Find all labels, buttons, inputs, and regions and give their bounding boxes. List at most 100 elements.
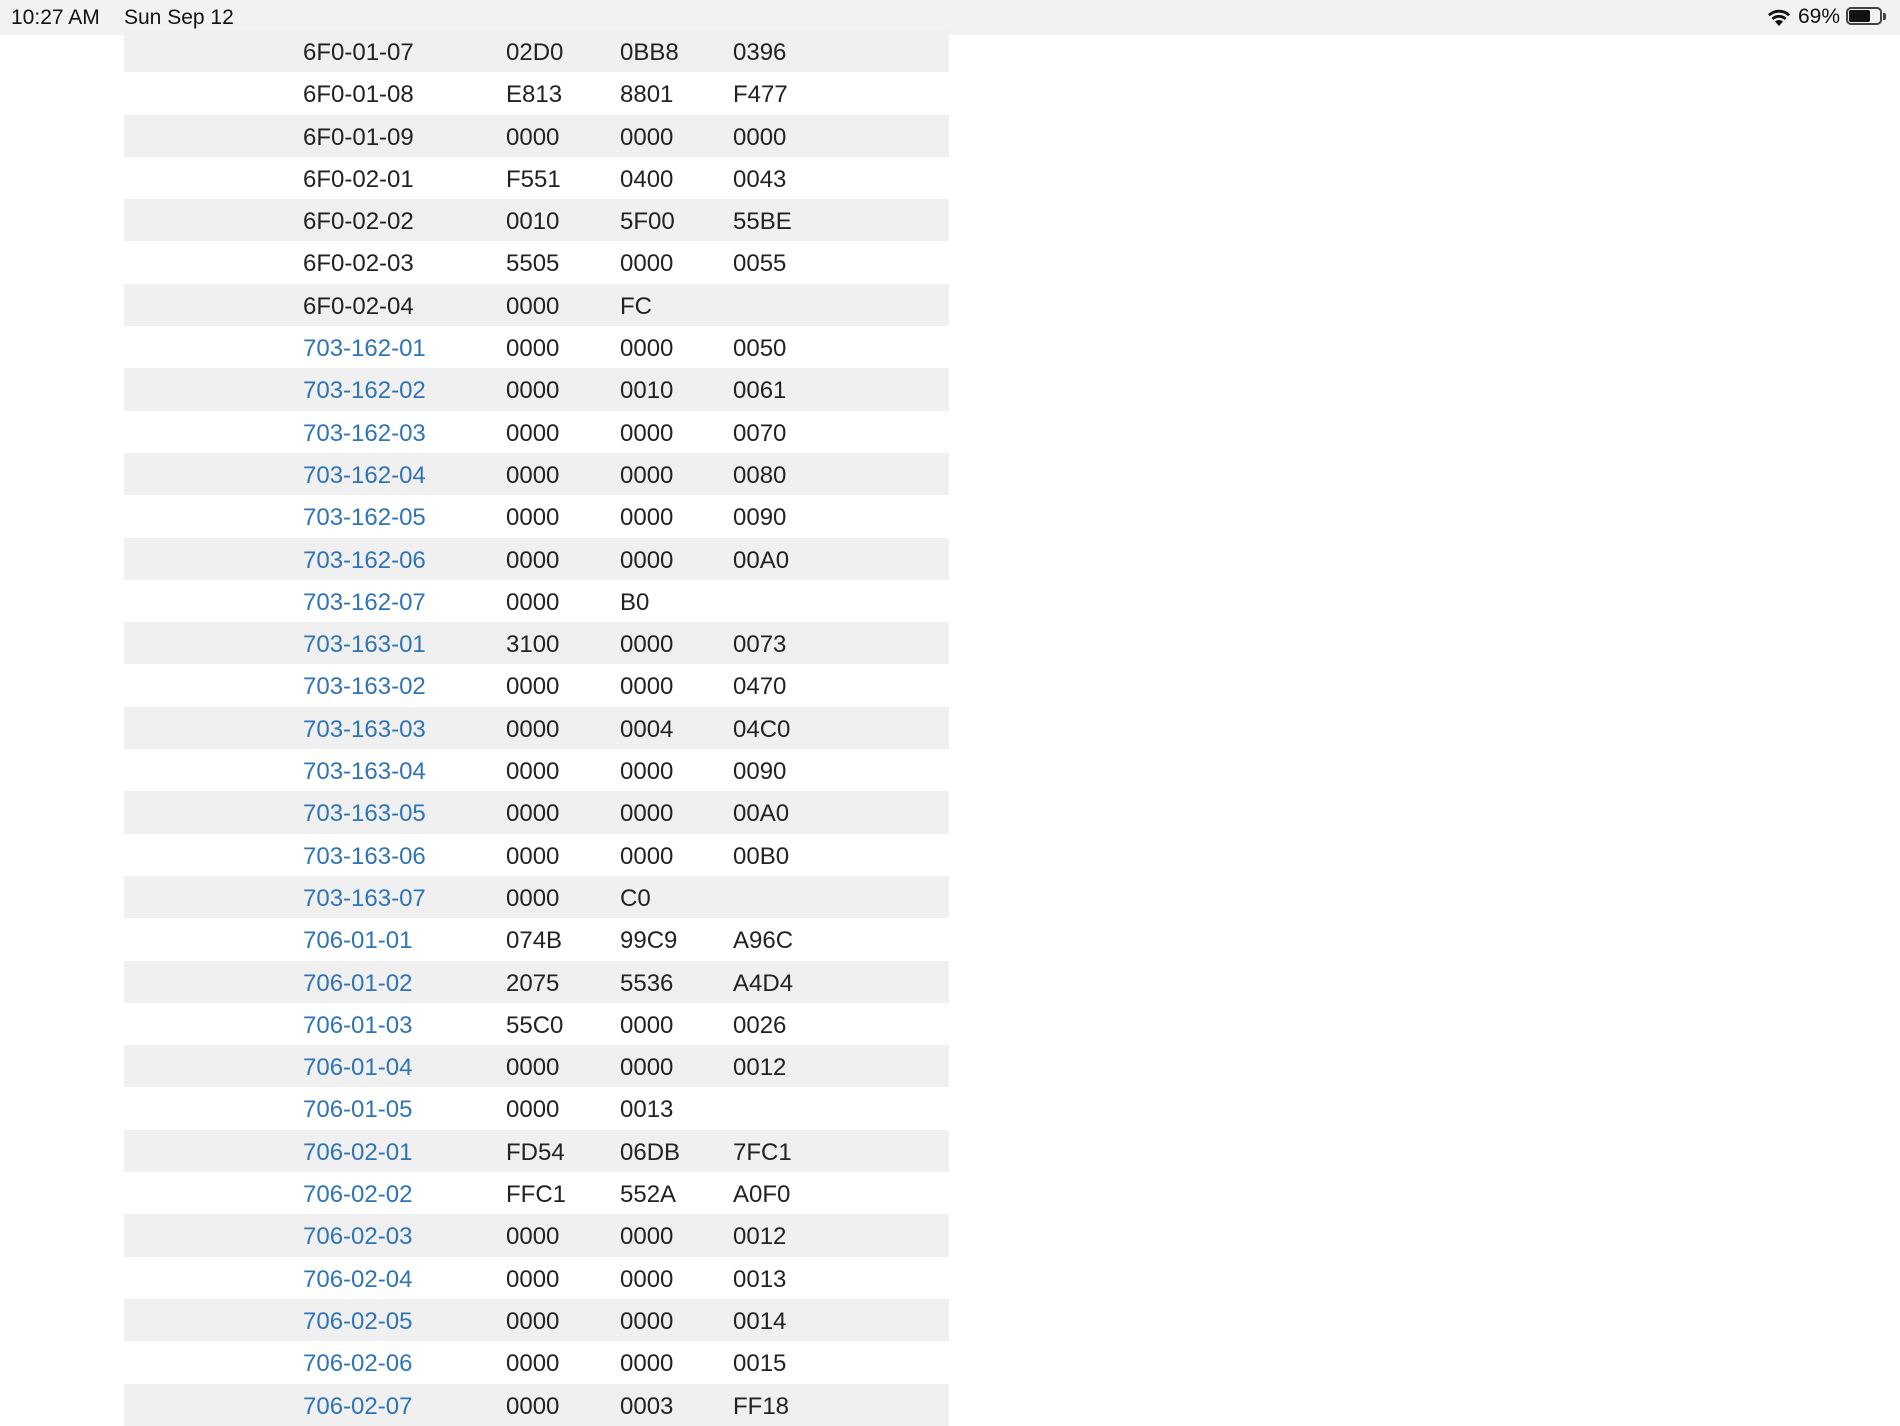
row-value-b: 0000 (620, 1307, 674, 1335)
row-value-b: 0000 (620, 419, 674, 447)
row-id: 6F0-01-07 (303, 39, 414, 66)
row-value-a: 0000 (506, 546, 560, 574)
row-value-b: 0000 (620, 758, 674, 786)
row-value-b: 0000 (620, 504, 674, 532)
row-id-link[interactable]: 706-01-02 (303, 970, 412, 998)
row-id-link[interactable]: 703-163-05 (303, 800, 426, 828)
row-value-a: 0000 (506, 842, 560, 870)
table-row: 703-163-06 0000 0000 00B0 (124, 834, 949, 876)
table-row: 706-02-06 0000 0000 0015 (124, 1341, 949, 1383)
table-row: 6F0-02-02 0010 5F00 55BE (124, 199, 949, 242)
row-id-link[interactable]: 703-162-01 (303, 335, 426, 363)
row-value-b: 0000 (620, 546, 674, 574)
row-value-a: 0000 (506, 884, 560, 912)
row-value-b: 0000 (620, 1223, 674, 1251)
row-value-c: 55BE (733, 208, 792, 236)
table-row: 706-01-05 0000 0013 (124, 1087, 949, 1129)
row-value-c: 0090 (733, 504, 787, 532)
row-id-link[interactable]: 706-02-02 (303, 1181, 412, 1209)
table-row: 703-163-03 0000 0004 04C0 (124, 706, 949, 750)
row-id-link[interactable]: 703-163-06 (303, 843, 426, 871)
row-value-a: 0000 (506, 419, 560, 447)
row-value-a: 02D0 (506, 39, 564, 66)
row-id-link[interactable]: 706-01-01 (303, 927, 412, 955)
row-value-a: 0000 (506, 1307, 560, 1335)
row-id: 6F0-02-04 (303, 292, 414, 320)
row-value-a: 0000 (506, 1223, 560, 1251)
row-value-a: 0000 (506, 335, 560, 363)
row-value-b: 0000 (620, 1265, 674, 1293)
table-row: 703-162-06 0000 0000 00A0 (124, 537, 949, 580)
row-value-c: 0043 (733, 165, 787, 193)
row-value-a: 0010 (506, 208, 560, 236)
row-value-b: 0000 (620, 1054, 674, 1082)
table-row: 706-02-05 0000 0000 0014 (124, 1298, 949, 1342)
table-row: 703-163-04 0000 0000 0090 (124, 749, 949, 791)
row-id-link[interactable]: 703-163-04 (303, 758, 426, 786)
status-date: Sun Sep 12 (124, 6, 234, 29)
row-value-a: 0000 (506, 1054, 560, 1082)
row-value-c: 0050 (733, 335, 787, 363)
row-value-b: 5F00 (620, 208, 675, 236)
row-id-link[interactable]: 703-163-03 (303, 716, 426, 744)
row-value-a: FFC1 (506, 1181, 566, 1209)
row-value-c: 7FC1 (733, 1138, 792, 1166)
row-value-b: 8801 (620, 81, 674, 109)
row-value-a: F551 (506, 165, 561, 193)
row-value-a: 2075 (506, 969, 560, 997)
row-id-link[interactable]: 703-162-04 (303, 462, 426, 490)
row-id-link[interactable]: 703-162-05 (303, 504, 426, 532)
status-time: 10:27 AM (11, 6, 100, 29)
row-id-link[interactable]: 703-162-06 (303, 547, 426, 575)
row-value-b: 99C9 (620, 927, 678, 955)
row-value-c: 04C0 (733, 715, 791, 743)
row-id-link[interactable]: 703-163-07 (303, 885, 426, 913)
row-id: 6F0-02-02 (303, 208, 414, 236)
table-row: 6F0-01-07 02D0 0BB8 0396 (124, 30, 949, 73)
row-value-b: 0000 (620, 123, 674, 151)
row-id-link[interactable]: 706-02-05 (303, 1308, 412, 1336)
table-row: 706-01-03 55C0 0000 0026 (124, 1003, 949, 1045)
row-id-link[interactable]: 706-02-03 (303, 1223, 412, 1251)
row-id-link[interactable]: 706-01-05 (303, 1096, 412, 1124)
table-row: 703-162-02 0000 0010 0061 (124, 368, 949, 411)
row-id-link[interactable]: 706-01-04 (303, 1054, 412, 1082)
row-value-b: 0400 (620, 165, 674, 193)
status-right: 69% (1766, 5, 1888, 29)
row-value-a: 0000 (506, 758, 560, 786)
row-value-a: 3100 (506, 631, 560, 659)
row-value-c: A4D4 (733, 969, 794, 997)
row-id-link[interactable]: 706-02-07 (303, 1393, 412, 1421)
table-row: 706-01-02 2075 5536 A4D4 (124, 960, 949, 1003)
row-value-a: 0000 (506, 1265, 560, 1293)
row-id-link[interactable]: 706-02-06 (303, 1350, 412, 1378)
row-id-link[interactable]: 703-162-02 (303, 377, 426, 405)
row-id-link[interactable]: 703-162-07 (303, 589, 426, 617)
row-id-link[interactable]: 706-02-01 (303, 1139, 412, 1167)
row-value-b: C0 (620, 884, 651, 912)
table-row: 706-02-03 0000 0000 0012 (124, 1214, 949, 1257)
row-id-link[interactable]: 703-162-03 (303, 420, 426, 448)
row-value-c: 0012 (733, 1223, 787, 1251)
row-value-a: 0000 (506, 461, 560, 489)
row-value-b: 0000 (620, 461, 674, 489)
row-id-link[interactable]: 703-163-01 (303, 631, 426, 659)
table-row: 6F0-02-03 5505 0000 0055 (124, 241, 949, 283)
row-value-c: 0013 (733, 1265, 787, 1293)
row-value-c: 0026 (733, 1011, 787, 1039)
row-id-link[interactable]: 706-01-03 (303, 1012, 412, 1040)
table-row: 706-02-01 FD54 06DB 7FC1 (124, 1129, 949, 1173)
row-id: 6F0-01-09 (303, 123, 414, 151)
register-table: 6F0-01-07 02D0 0BB8 0396 6F0-01-08 E813 8801 F4… (124, 30, 949, 1426)
row-id-link[interactable]: 703-163-02 (303, 673, 426, 701)
row-value-c: 0090 (733, 758, 787, 786)
row-value-a: 0000 (506, 292, 560, 320)
row-value-c: A96C (733, 927, 794, 955)
table-row: 703-162-03 0000 0000 0070 (124, 411, 949, 453)
row-value-b: 0003 (620, 1392, 674, 1420)
row-id-link[interactable]: 706-02-04 (303, 1266, 412, 1294)
row-value-c: 0070 (733, 419, 787, 447)
row-value-b: 0000 (620, 1350, 674, 1378)
table-row: 703-163-07 0000 C0 (124, 875, 949, 919)
battery-icon (1846, 7, 1888, 27)
